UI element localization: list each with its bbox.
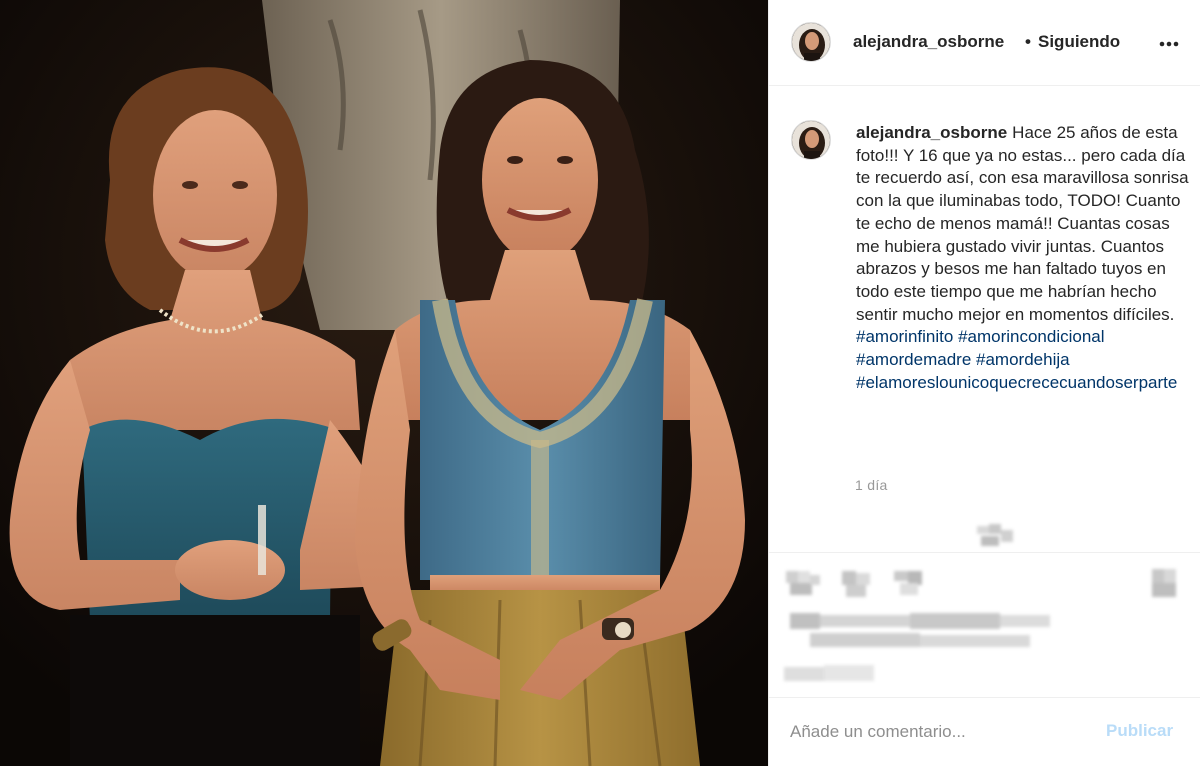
post-date bbox=[784, 663, 884, 685]
caption-body: Hace 25 años de esta foto!!! Y 16 que ya… bbox=[856, 123, 1189, 324]
likes-count[interactable] bbox=[790, 611, 1050, 655]
comment-bar: Publicar bbox=[768, 697, 1200, 766]
caption-text: alejandra_osborne Hace 25 años de esta fo… bbox=[856, 122, 1191, 394]
post-photo[interactable] bbox=[0, 0, 768, 766]
post-photo-image bbox=[0, 0, 768, 766]
avatar[interactable] bbox=[791, 22, 831, 62]
follow-button[interactable]: Siguiendo bbox=[1038, 32, 1120, 52]
hashtag[interactable]: #amorinfinito bbox=[856, 327, 953, 346]
hashtag[interactable]: #amorincondicional bbox=[958, 327, 1104, 346]
header-separator: • bbox=[1025, 32, 1031, 51]
comment-input[interactable] bbox=[790, 720, 1090, 744]
more-options-icon[interactable] bbox=[1157, 32, 1181, 56]
caption-username[interactable]: alejandra_osborne bbox=[856, 123, 1007, 142]
bookmark-icon[interactable] bbox=[1148, 567, 1182, 603]
comment-icon[interactable] bbox=[838, 567, 878, 603]
hashtag[interactable]: #amordehija bbox=[976, 350, 1070, 369]
publish-button[interactable]: Publicar bbox=[1106, 721, 1173, 741]
header-username[interactable]: alejandra_osborne bbox=[853, 32, 1004, 52]
actions-section bbox=[768, 552, 1200, 697]
post-timestamp[interactable]: 1 día bbox=[855, 477, 888, 493]
caption-avatar[interactable] bbox=[791, 120, 831, 160]
heart-icon[interactable] bbox=[784, 567, 824, 603]
hashtag[interactable]: #elamoreslounicoquecrececuandoserparte bbox=[856, 373, 1177, 392]
hashtag[interactable]: #amordemadre bbox=[856, 350, 971, 369]
blurred-comment-icon bbox=[975, 522, 1015, 548]
share-icon[interactable] bbox=[890, 567, 930, 603]
post-header: alejandra_osborne • Siguiendo bbox=[769, 0, 1200, 86]
